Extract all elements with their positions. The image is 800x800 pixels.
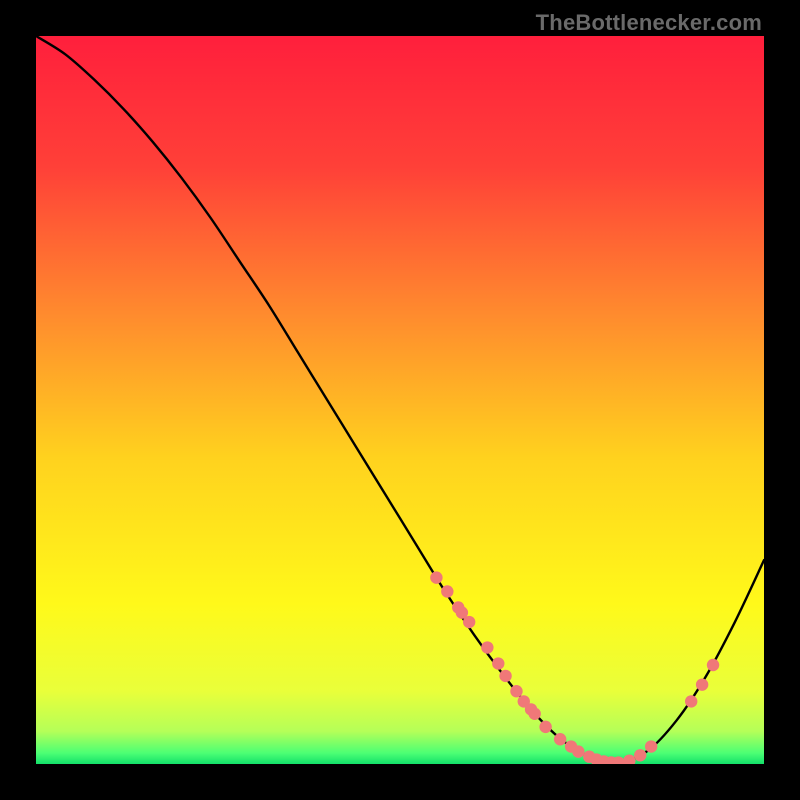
data-point bbox=[685, 695, 697, 707]
data-point bbox=[645, 740, 657, 752]
data-point bbox=[634, 749, 646, 761]
data-point bbox=[510, 685, 522, 697]
data-point bbox=[696, 678, 708, 690]
data-point bbox=[463, 616, 475, 628]
data-point bbox=[707, 659, 719, 671]
data-point bbox=[481, 641, 493, 653]
watermark-text: TheBottlenecker.com bbox=[536, 10, 762, 36]
data-point bbox=[539, 721, 551, 733]
data-point bbox=[430, 571, 442, 583]
chart-svg bbox=[36, 36, 764, 764]
data-point bbox=[528, 708, 540, 720]
gradient-background bbox=[36, 36, 764, 764]
data-point bbox=[572, 745, 584, 757]
data-point bbox=[499, 670, 511, 682]
chart-frame bbox=[36, 36, 764, 764]
data-point bbox=[554, 733, 566, 745]
data-point bbox=[441, 585, 453, 597]
data-point bbox=[492, 657, 504, 669]
